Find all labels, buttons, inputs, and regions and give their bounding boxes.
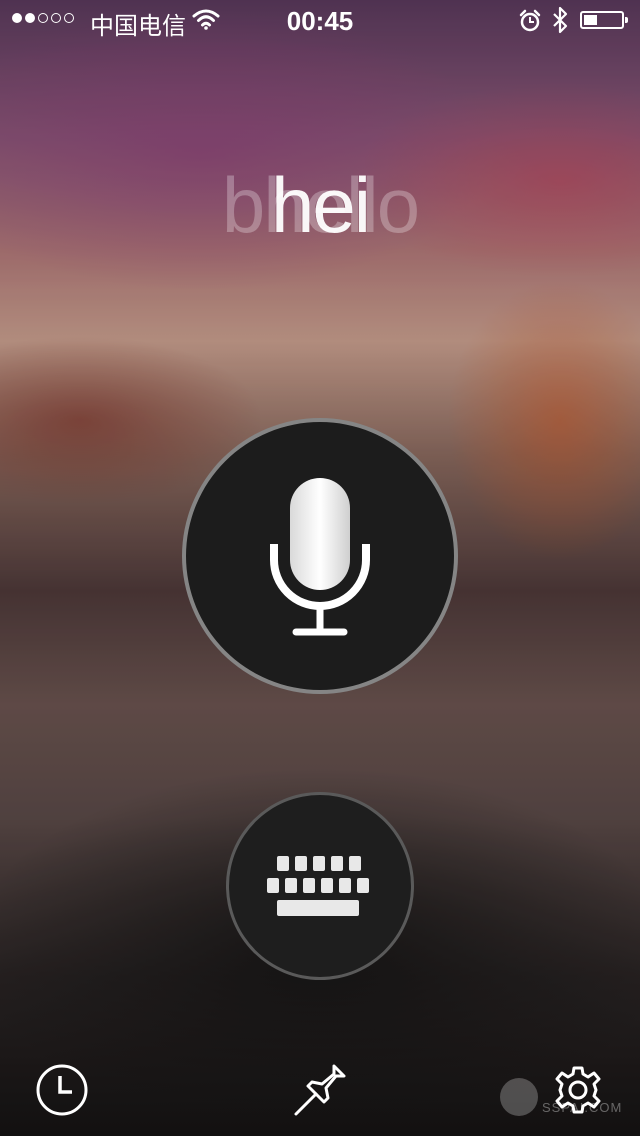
watermark-logo (500, 1078, 538, 1116)
status-bar: 中国电信 00:45 (0, 0, 640, 40)
microphone-button[interactable] (182, 418, 458, 694)
battery-icon (580, 11, 628, 29)
pin-icon[interactable] (292, 1062, 348, 1118)
status-time: 00:45 (286, 6, 354, 36)
battery-nub (625, 17, 628, 23)
gear-icon[interactable] (550, 1062, 606, 1118)
recognized-text: hei (270, 161, 371, 249)
history-clock-icon[interactable] (34, 1062, 90, 1118)
keyboard-icon (267, 856, 369, 916)
battery-level (584, 15, 597, 25)
keyboard-button[interactable] (226, 792, 414, 980)
microphone-icon (270, 478, 370, 636)
alarm-icon (519, 9, 541, 32)
recognition-display: bhello hei (0, 160, 640, 260)
bluetooth-icon (553, 6, 568, 34)
